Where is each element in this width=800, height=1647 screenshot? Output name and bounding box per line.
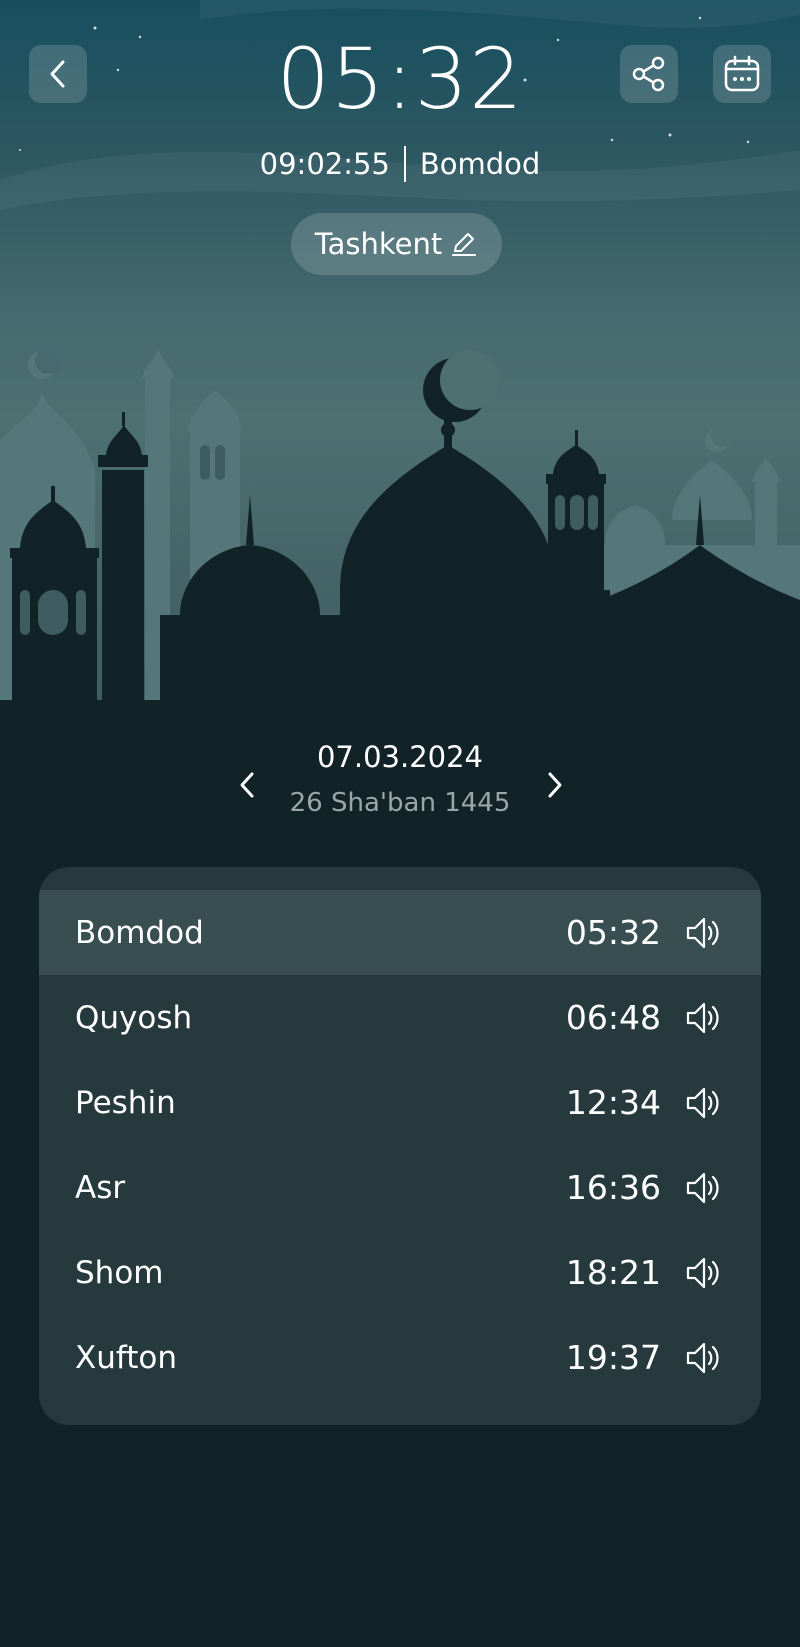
prayer-row-peshin[interactable]: Peshin 12:34 <box>39 1060 761 1145</box>
calendar-icon <box>724 55 760 92</box>
share-button[interactable] <box>620 45 678 103</box>
prayer-row-asr[interactable]: Asr 16:36 <box>39 1145 761 1230</box>
prayer-name: Bomdod <box>75 914 204 951</box>
prayer-time: 18:21 <box>565 1253 661 1292</box>
speaker-icon[interactable] <box>684 1168 724 1208</box>
prayer-name: Quyosh <box>75 999 193 1036</box>
gregorian-date: 07.03.2024 <box>316 740 484 774</box>
speaker-icon[interactable] <box>684 1253 724 1293</box>
prayer-name: Shom <box>75 1254 164 1291</box>
prayer-time: 19:37 <box>565 1338 661 1377</box>
prayer-row-bomdod[interactable]: Bomdod 05:32 <box>39 890 761 975</box>
date-navigator: 07.03.2024 26 Sha'ban 1445 <box>0 740 800 818</box>
prayer-time: 06:48 <box>565 998 661 1037</box>
speaker-icon[interactable] <box>684 998 724 1038</box>
countdown-line: 09:02:55 Bomdod <box>0 146 800 182</box>
prayer-time: 05:32 <box>565 913 661 952</box>
speaker-icon[interactable] <box>684 913 724 953</box>
city-selector-button[interactable]: Tashkent <box>291 213 502 275</box>
prayer-name: Asr <box>75 1169 126 1206</box>
prayer-time: 12:34 <box>565 1083 661 1122</box>
speaker-icon[interactable] <box>684 1338 724 1378</box>
prayer-times-card: Bomdod 05:32 Quyosh 06:48 Peshin 12:34 A… <box>39 867 761 1425</box>
next-day-button[interactable] <box>540 770 570 800</box>
next-prayer-name: Bomdod <box>419 147 541 181</box>
pencil-icon <box>452 233 477 256</box>
current-prayer-time: 05:32 <box>276 30 524 128</box>
prayer-row-quyosh[interactable]: Quyosh 06:48 <box>39 975 761 1060</box>
hero-banner: 05:32 09:02:55 Bomdod Tashkent <box>0 0 800 705</box>
hijri-date: 26 Sha'ban 1445 <box>289 788 511 818</box>
prayer-time: 16:36 <box>565 1168 661 1207</box>
speaker-icon[interactable] <box>684 1083 724 1123</box>
divider <box>403 146 406 182</box>
share-icon <box>632 56 665 92</box>
calendar-button[interactable] <box>713 45 771 103</box>
prayer-row-xufton[interactable]: Xufton 19:37 <box>39 1315 761 1400</box>
prayer-name: Xufton <box>75 1339 178 1376</box>
city-name: Tashkent <box>314 227 443 261</box>
prayer-row-shom[interactable]: Shom 18:21 <box>39 1230 761 1315</box>
countdown-timer: 09:02:55 <box>259 147 390 181</box>
prayer-name: Peshin <box>75 1084 176 1121</box>
